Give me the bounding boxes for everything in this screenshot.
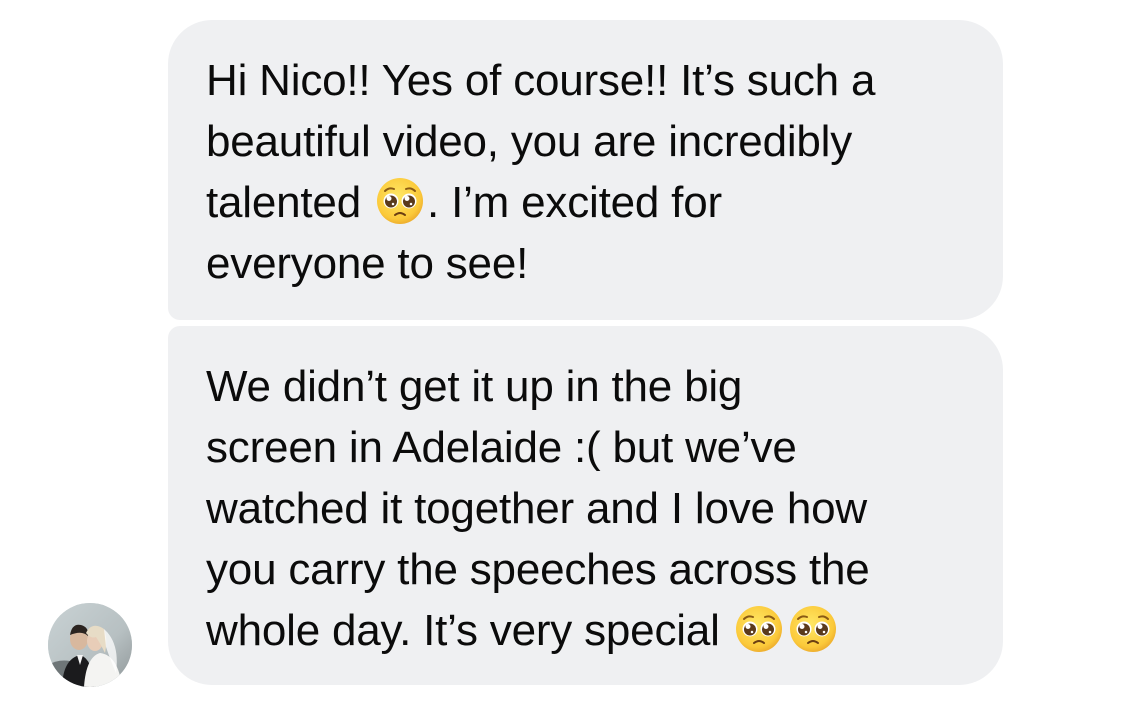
sender-avatar[interactable] — [48, 603, 132, 687]
message-line: everyone to see! — [206, 239, 529, 288]
pleading-face-emoji — [377, 178, 424, 224]
emoji-slot — [732, 606, 840, 655]
message-bubble[interactable]: We didn’t get it up in the big screen in… — [168, 326, 1003, 685]
message-line: whole day. It’s very special — [206, 600, 965, 661]
message-thread: Hi Nico!! Yes of course!! It’s such a be… — [0, 0, 1125, 722]
avatar-photo — [48, 603, 132, 687]
message-line: Hi Nico!! Yes of course!! It’s such a — [206, 56, 876, 105]
message-line: beautiful video, you are incredibly — [206, 117, 853, 166]
pleading-face-emoji — [735, 606, 782, 652]
message-bubble[interactable]: Hi Nico!! Yes of course!! It’s such a be… — [168, 20, 1003, 320]
message-line: watched it together and I love how — [206, 484, 867, 533]
message-text: . I’m excited for — [427, 178, 722, 227]
emoji-slot — [373, 178, 427, 227]
pleading-face-emoji — [789, 606, 836, 652]
message-line: you carry the speeches across the — [206, 545, 870, 594]
message-text: talented — [206, 178, 374, 227]
message-line: talented . I’m excited for — [206, 172, 965, 233]
message-line: We didn’t get it up in the big — [206, 362, 743, 411]
message-text: whole day. It’s very special — [206, 606, 732, 655]
message-line: screen in Adelaide :( but we’ve — [206, 423, 797, 472]
